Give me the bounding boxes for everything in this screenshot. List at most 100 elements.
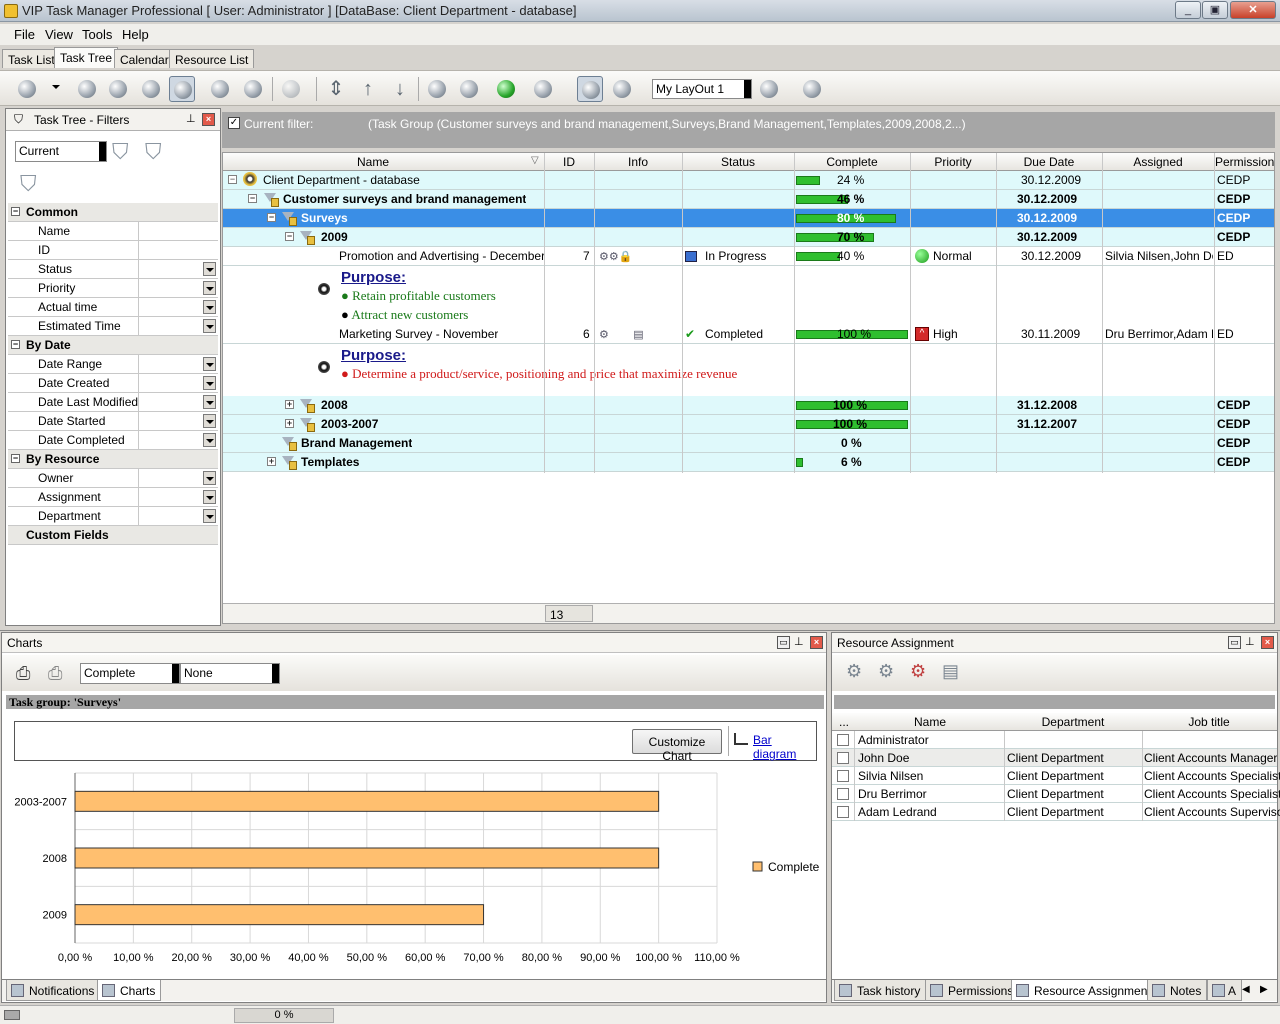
task-action-icon[interactable] xyxy=(207,76,233,102)
dropdown-arrow-icon[interactable] xyxy=(203,471,216,485)
resource-checkbox[interactable] xyxy=(837,770,849,782)
resource-checkbox[interactable] xyxy=(837,752,849,764)
move-down-icon[interactable]: ↓ xyxy=(390,77,410,101)
new-task-icon[interactable] xyxy=(14,76,40,102)
close-panel-icon[interactable]: × xyxy=(202,113,215,126)
collapse-icon[interactable]: − xyxy=(11,454,20,463)
grid-row-2008[interactable]: + 2008 100 % 31.12.2008 CEDP xyxy=(223,396,1274,415)
collapse-icon[interactable]: − xyxy=(228,175,237,184)
resource-row[interactable]: Silvia Nilsen Client Department Client Acc… xyxy=(832,767,1280,785)
tab-notes[interactable]: Notes xyxy=(1147,980,1208,1001)
resource-row[interactable]: Adam Ledrand Client Department Client Acco… xyxy=(832,803,1280,821)
print-preview-icon[interactable]: ⎙ xyxy=(48,663,70,683)
filter-date-last-modified[interactable]: Date Last Modified xyxy=(8,393,218,412)
grid-row-surveys[interactable]: − Surveys 80 % 30.12.2009 CEDP xyxy=(223,209,1274,228)
dropdown-arrow-icon[interactable] xyxy=(744,80,751,98)
grid-row-database[interactable]: − Client Department - database 24 % 30.1… xyxy=(223,171,1274,190)
pin-icon[interactable]: ⊥ xyxy=(794,635,804,648)
columns-icon[interactable] xyxy=(609,76,635,102)
col-select[interactable]: ... xyxy=(834,715,854,729)
tab-charts[interactable]: Charts xyxy=(97,980,162,1001)
task-action2-icon[interactable] xyxy=(240,76,266,102)
col-assigned[interactable]: Assigned xyxy=(1103,155,1213,169)
grid-row-2003-2007[interactable]: + 2003-2007 100 % 31.12.2007 CEDP xyxy=(223,415,1274,434)
resource-checkbox[interactable] xyxy=(837,806,849,818)
resource-checkbox[interactable] xyxy=(837,788,849,800)
properties-icon[interactable] xyxy=(105,76,131,102)
print-icon[interactable]: ⎙ xyxy=(16,663,38,683)
refresh-icon[interactable] xyxy=(493,76,519,102)
expand-icon[interactable]: + xyxy=(285,400,294,409)
close-panel-icon[interactable]: × xyxy=(810,636,823,649)
tab-resource-assignment[interactable]: Resource Assignment xyxy=(1011,980,1157,1001)
tab-task-list[interactable]: Task List xyxy=(2,49,61,68)
chart-field-select[interactable]: Complete xyxy=(80,663,180,684)
tree-collapse-icon[interactable] xyxy=(456,76,482,102)
clear-filter-icon[interactable]: ⛉ xyxy=(20,171,46,197)
section-common[interactable]: − Common xyxy=(8,203,218,222)
col-permission[interactable]: Permission xyxy=(1215,155,1274,169)
grid-row-task-promotion[interactable]: Promotion and Advertising - December 7 ⚙… xyxy=(223,247,1274,266)
filter-date-started[interactable]: Date Started xyxy=(8,412,218,431)
tab-task-history[interactable]: Task history xyxy=(834,980,927,1001)
remove-resource-icon[interactable]: ⚙ xyxy=(910,661,934,685)
apply-filter-icon[interactable]: ⛉ xyxy=(112,139,138,165)
assign-resource-icon[interactable]: ⚙ xyxy=(846,661,870,685)
grid-row-customer-surveys[interactable]: − Customer surveys and brand management … xyxy=(223,190,1274,209)
move-up-icon[interactable]: ↑ xyxy=(358,77,378,101)
splitter[interactable] xyxy=(0,630,1280,631)
section-custom-fields[interactable]: Custom Fields xyxy=(8,526,218,545)
grid-row-brand-management[interactable]: Brand Management 0 % CEDP xyxy=(223,434,1274,453)
dropdown-arrow-icon[interactable] xyxy=(203,319,216,333)
expand-icon[interactable]: + xyxy=(267,457,276,466)
delete-layout-icon[interactable] xyxy=(799,76,825,102)
current-filter-select[interactable]: Current xyxy=(15,141,107,162)
col-priority[interactable]: Priority xyxy=(911,155,995,169)
filter-date-completed[interactable]: Date Completed xyxy=(8,431,218,450)
customize-chart-button[interactable]: Customize Chart xyxy=(632,729,722,763)
col-due-date[interactable]: Due Date xyxy=(997,155,1101,169)
filter-id[interactable]: ID xyxy=(8,241,218,260)
filter-priority[interactable]: Priority xyxy=(8,279,218,298)
tree-expand-icon[interactable] xyxy=(424,76,450,102)
pin-icon[interactable]: ⊥ xyxy=(1245,635,1255,648)
collapse-icon[interactable]: − xyxy=(285,232,294,241)
save-filter-icon[interactable]: ⛉ xyxy=(145,139,171,165)
collapse-icon[interactable]: − xyxy=(11,340,20,349)
edit-resource-icon[interactable]: ⚙ xyxy=(878,661,902,685)
dropdown-arrow-icon[interactable] xyxy=(203,395,216,409)
grid-row-task-marketing[interactable]: Marketing Survey - November 6 ⚙ ▤ ✔ Comp… xyxy=(223,325,1274,344)
dropdown-arrow-icon[interactable] xyxy=(203,300,216,314)
section-by-resource[interactable]: − By Resource xyxy=(8,450,218,469)
resource-row[interactable]: John Doe Client Department Client Accounts… xyxy=(832,749,1277,767)
dropdown-arrow-icon[interactable] xyxy=(203,490,216,504)
filter-checkbox[interactable]: ✓ xyxy=(228,117,240,129)
collapse-icon[interactable]: − xyxy=(11,207,20,216)
grid-row-templates[interactable]: + Templates 6 % CEDP xyxy=(223,453,1274,472)
filter-estimated-time[interactable]: Estimated Time xyxy=(8,317,218,336)
tab-resource-list[interactable]: Resource List xyxy=(169,49,255,68)
chart-group-select[interactable]: None xyxy=(180,663,280,684)
dropdown-arrow-icon[interactable] xyxy=(203,376,216,390)
col-job-title[interactable]: Job title xyxy=(1142,715,1276,729)
dropdown-arrow-icon[interactable] xyxy=(203,262,216,276)
edit-task-icon[interactable] xyxy=(74,76,100,102)
filter-icon[interactable] xyxy=(169,76,195,102)
restore-panel-icon[interactable]: ▭ xyxy=(777,636,790,649)
autofit-columns-icon[interactable] xyxy=(577,76,603,102)
dropdown-arrow-icon[interactable] xyxy=(203,414,216,428)
filter-name[interactable]: Name xyxy=(8,222,218,241)
dropdown-arrow-icon[interactable] xyxy=(52,85,60,89)
menu-file[interactable]: File xyxy=(14,27,35,42)
col-name[interactable]: Name xyxy=(353,155,393,169)
resource-checkbox[interactable] xyxy=(837,734,849,746)
dropdown-arrow-icon[interactable] xyxy=(203,281,216,295)
delete-task-icon[interactable] xyxy=(138,76,164,102)
dropdown-arrow-icon[interactable] xyxy=(272,664,279,683)
close-button[interactable]: ✕ xyxy=(1230,1,1276,19)
maximize-button[interactable]: ▣ xyxy=(1202,1,1228,19)
scroll-left-icon[interactable]: ◀ xyxy=(1242,984,1250,995)
filter-assignment[interactable]: Assignment xyxy=(8,488,218,507)
tab-calendar[interactable]: Calendar xyxy=(114,49,175,68)
filter-date-range[interactable]: Date Range xyxy=(8,355,218,374)
